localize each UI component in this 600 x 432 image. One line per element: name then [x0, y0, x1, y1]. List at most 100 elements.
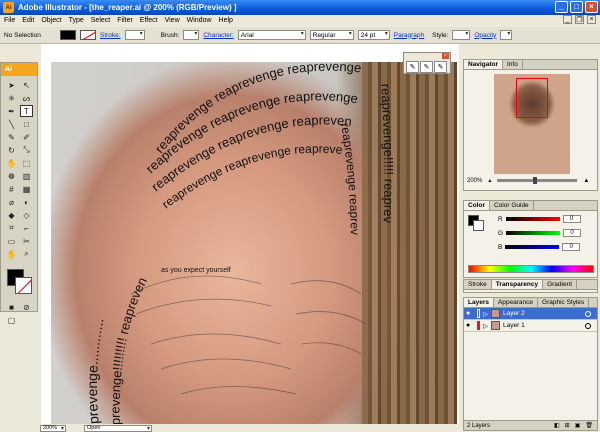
selection-tool-icon[interactable]: ➤ [5, 79, 18, 91]
layer-target-icon[interactable] [585, 310, 591, 317]
tab-gradient[interactable]: Gradient [543, 280, 578, 289]
scissors-tool-icon[interactable]: ✂ [20, 235, 33, 247]
menu-select[interactable]: Select [91, 17, 110, 24]
expand-triangle-icon[interactable]: ▷ [483, 310, 488, 318]
zoom-level-dropdown[interactable]: 200% [40, 424, 66, 432]
layer-name[interactable]: Layer 1 [503, 322, 525, 329]
menu-help[interactable]: Help [219, 17, 233, 24]
none-mode-icon[interactable]: ⊘ [20, 301, 33, 313]
pen-tool-icon[interactable]: ✒ [5, 105, 18, 117]
zoom-out-icon[interactable]: ▴ [488, 177, 491, 184]
menu-file[interactable]: File [4, 17, 15, 24]
mesh-tool-icon[interactable]: # [5, 183, 18, 195]
brush-1-icon[interactable]: ✎ [406, 61, 419, 73]
navigator-zoom-slider[interactable] [497, 177, 578, 184]
status-dropdown[interactable]: Open [84, 424, 152, 432]
menu-type[interactable]: Type [69, 17, 84, 24]
font-style-dropdown[interactable]: Regular [309, 30, 354, 40]
new-layer-icon[interactable]: ▣ [575, 422, 581, 429]
new-sublayer-icon[interactable]: ⊞ [565, 422, 570, 429]
rotate-tool-icon[interactable]: ↻ [5, 144, 18, 156]
text-on-path-artwork[interactable]: reaprevenge reaprevenge reaprevenge reap… [41, 44, 459, 424]
hand-tool-icon[interactable]: ✋ [5, 248, 18, 260]
tab-color-guide[interactable]: Color Guide [490, 201, 534, 210]
eraser-tool-icon[interactable]: ▭ [5, 235, 18, 247]
visibility-eye-icon[interactable]: ● [466, 322, 474, 329]
lasso-tool-icon[interactable]: ᔕ [20, 92, 33, 104]
color-spectrum[interactable] [468, 265, 594, 273]
visibility-eye-icon[interactable]: ● [466, 310, 474, 317]
menu-object[interactable]: Object [41, 17, 61, 24]
color-g-value[interactable]: 0 [563, 229, 582, 237]
navigator-thumbnail[interactable] [494, 74, 570, 174]
stroke-link[interactable]: Stroke: [100, 32, 121, 39]
color-b-slider[interactable] [505, 245, 560, 249]
graphic-style-dropdown[interactable] [452, 30, 471, 40]
zoom-tool-icon[interactable]: ⌕ [20, 248, 33, 260]
scale-tool-icon[interactable]: ⤡ [20, 144, 33, 156]
delete-layer-icon[interactable]: 🗑 [585, 422, 593, 429]
opacity-link[interactable]: Opacity [474, 32, 496, 39]
free-transform-tool-icon[interactable]: ⬚ [20, 157, 33, 169]
brush-3-icon[interactable]: ✎ [434, 61, 447, 73]
gradient-tool-icon[interactable]: ▦ [20, 183, 33, 195]
warp-tool-icon[interactable]: ✋ [5, 157, 18, 169]
tab-transparency[interactable]: Transparency [491, 280, 544, 289]
rectangle-tool-icon[interactable]: □ [20, 118, 33, 130]
color-r-value[interactable]: 0 [562, 215, 581, 223]
navigator-zoom-value[interactable]: 200% [467, 178, 482, 184]
crop-area-tool-icon[interactable]: ⌗ [5, 222, 18, 234]
layer-row[interactable]: ● ▷ Layer 2 [464, 308, 597, 320]
floating-palette-close-icon[interactable]: × [442, 53, 449, 59]
tab-graphic-styles[interactable]: Graphic Styles [538, 298, 590, 307]
color-g-slider[interactable] [506, 231, 561, 235]
color-b-value[interactable]: 0 [562, 243, 581, 251]
stroke-swatch[interactable] [80, 30, 96, 40]
layer-name[interactable]: Layer 2 [503, 310, 525, 317]
font-family-dropdown[interactable]: Arial [237, 30, 306, 40]
toolbox-stroke-swatch[interactable] [15, 277, 32, 294]
magic-wand-tool-icon[interactable]: ✳ [5, 92, 18, 104]
line-tool-icon[interactable]: ╲ [5, 118, 18, 130]
menu-window[interactable]: Window [187, 17, 212, 24]
menu-view[interactable]: View [165, 17, 180, 24]
tab-navigator[interactable]: Navigator [464, 60, 503, 69]
menu-edit[interactable]: Edit [22, 17, 34, 24]
zoom-slider-knob[interactable] [533, 177, 538, 184]
doc-restore-button[interactable]: ❐ [575, 15, 584, 24]
stroke-weight-dropdown[interactable] [124, 30, 145, 40]
maximize-button[interactable]: □ [570, 1, 583, 13]
tab-appearance[interactable]: Appearance [494, 298, 539, 307]
brush-dropdown[interactable] [183, 30, 200, 40]
doc-minimize-button[interactable]: _ [563, 15, 572, 24]
paintbrush-tool-icon[interactable]: ✎ [5, 131, 18, 143]
slice-tool-icon[interactable]: ⌐ [20, 222, 33, 234]
minimize-button[interactable]: _ [555, 1, 568, 13]
document-canvas[interactable]: reaprevenge reaprevenge reaprevenge reap… [41, 44, 459, 424]
symbol-sprayer-tool-icon[interactable]: ❁ [5, 170, 18, 182]
zoom-in-icon[interactable]: ▲ [583, 178, 589, 184]
live-paint-selection-tool-icon[interactable]: ◇ [20, 209, 33, 221]
paragraph-link[interactable]: Paragraph [394, 32, 424, 39]
tab-stroke[interactable]: Stroke [464, 280, 492, 289]
tab-info[interactable]: Info [503, 60, 523, 69]
tab-color[interactable]: Color [464, 201, 490, 210]
screen-mode-icon[interactable]: ▢ [5, 314, 18, 326]
make-clipping-mask-icon[interactable]: ◧ [554, 422, 560, 429]
control-menu-dropdown[interactable] [500, 30, 513, 40]
graph-tool-icon[interactable]: ▥ [20, 170, 33, 182]
character-link[interactable]: Character: [203, 32, 233, 39]
direct-selection-tool-icon[interactable]: ↖ [20, 79, 33, 91]
blend-tool-icon[interactable]: ◐ [20, 196, 33, 208]
live-paint-tool-icon[interactable]: ◆ [5, 209, 18, 221]
brush-2-icon[interactable]: ✎ [420, 61, 433, 73]
navigator-view-box[interactable] [516, 78, 548, 118]
layer-row[interactable]: ● ▷ Layer 1 [464, 320, 597, 332]
close-button[interactable]: × [585, 1, 598, 13]
color-mode-icon[interactable]: ■ [5, 301, 18, 313]
font-size-dropdown[interactable]: 24 pt [357, 30, 390, 40]
color-stroke-swatch[interactable] [473, 220, 484, 231]
eyedropper-tool-icon[interactable]: ⌀ [5, 196, 18, 208]
expand-triangle-icon[interactable]: ▷ [483, 322, 488, 330]
menu-effect[interactable]: Effect [140, 17, 158, 24]
